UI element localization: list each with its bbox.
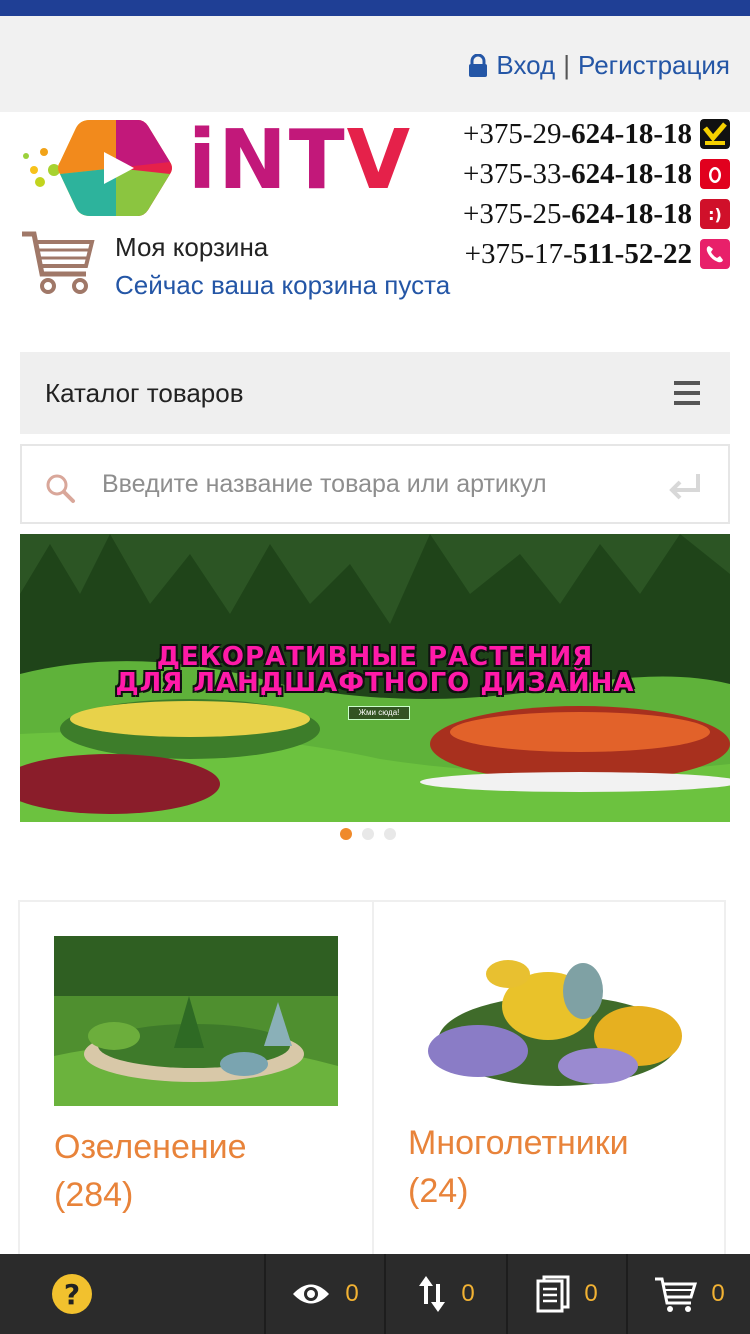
compare-button[interactable]: 0 [386, 1254, 508, 1334]
life-icon: :) [700, 199, 730, 229]
viewed-count: 0 [345, 1280, 359, 1307]
slider-dot-3[interactable] [384, 828, 396, 840]
cart-count: 0 [711, 1280, 725, 1307]
compare-arrows-icon [419, 1276, 446, 1312]
slider-dot-1[interactable] [340, 828, 352, 840]
search-icon[interactable] [44, 472, 76, 504]
mini-cart[interactable]: Моя корзина Сейчас ваша корзина пуста [20, 228, 500, 300]
search-input[interactable] [102, 464, 622, 504]
category-count: (24) [408, 1172, 469, 1210]
auth-bar: Вход | Регистрация [0, 16, 750, 112]
lock-icon [469, 53, 488, 77]
compare-count: 0 [461, 1280, 475, 1307]
phone-mts[interactable]: +375-33- 624-18-18 [430, 154, 730, 194]
category-grid: Озеленение (284) Многолетники (24) [18, 900, 726, 1260]
mts-icon [700, 159, 730, 189]
category-card-ozelenenie[interactable]: Озеленение (284) [20, 902, 372, 1258]
document-list-icon [536, 1275, 570, 1313]
auth-separator: | [563, 50, 570, 80]
logo-mark-icon [23, 120, 172, 216]
promo-banner[interactable]: ДЕКОРАТИВНЫЕ РАСТЕНИЯ ДЛЯ ЛАНДШАФТНОГО Д… [20, 534, 730, 822]
category-image-ozelenenie [54, 936, 338, 1106]
enter-icon[interactable] [668, 472, 702, 502]
cart-bottom-button[interactable]: 0 [628, 1254, 750, 1334]
category-image-mnogoletniki [408, 936, 692, 1106]
cart-icon [22, 231, 95, 294]
register-link[interactable]: Регистрация [578, 50, 730, 81]
phone-velcom[interactable]: +375-29- 624-18-18 [430, 114, 730, 154]
top-accent-bar [0, 0, 750, 16]
catalog-label: Каталог товаров [45, 377, 244, 408]
help-button[interactable]: ? [0, 1254, 266, 1334]
hamburger-icon [674, 381, 700, 405]
velcom-icon [700, 119, 730, 149]
logo-wordmark: iNTV [188, 113, 413, 208]
category-card-mnogoletniki[interactable]: Многолетники (24) [372, 902, 724, 1258]
category-name[interactable]: Озеленение [54, 1124, 247, 1170]
banner-cta-button[interactable]: Жми сюда! [348, 706, 410, 720]
auth-links: Вход | Регистрация [468, 50, 730, 81]
eye-icon [293, 1284, 330, 1304]
slider-pagination [340, 828, 396, 840]
cart-title: Моя корзина [115, 232, 269, 262]
viewed-button[interactable]: 0 [266, 1254, 386, 1334]
question-icon: ? [52, 1274, 92, 1314]
handset-icon [700, 239, 730, 269]
bottom-toolbar: ? 0 0 0 0 [0, 1254, 750, 1334]
list-count: 0 [584, 1280, 598, 1307]
site-logo[interactable]: iNTV [20, 112, 410, 222]
category-name[interactable]: Многолетники [408, 1120, 629, 1166]
search-bar [20, 444, 730, 524]
cart-icon [655, 1277, 698, 1312]
cart-status: Сейчас ваша корзина пуста [115, 270, 451, 300]
catalog-menu-toggle[interactable]: Каталог товаров [20, 352, 730, 434]
login-link[interactable]: Вход [496, 50, 555, 81]
category-count: (284) [54, 1176, 134, 1214]
banner-title-line2: ДЛЯ ЛАНДШАФТНОГО ДИЗАЙНА [115, 668, 635, 698]
list-button[interactable]: 0 [508, 1254, 628, 1334]
slider-dot-2[interactable] [362, 828, 374, 840]
